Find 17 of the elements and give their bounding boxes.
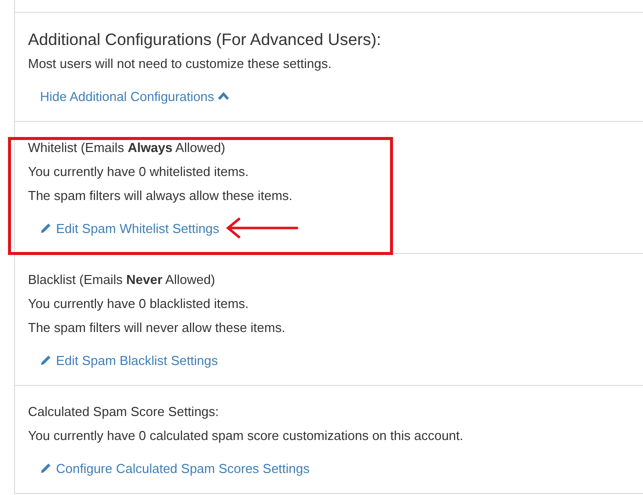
pencil-icon bbox=[40, 354, 52, 366]
pencil-icon bbox=[40, 462, 52, 474]
pencil-icon bbox=[40, 222, 52, 234]
section-heading: Whitelist (Emails Always Allowed) bbox=[28, 139, 226, 157]
info-text: You currently have 0 calculated spam score customizations on this account. bbox=[28, 427, 464, 445]
section-heading: Calculated Spam Score Settings: bbox=[28, 403, 220, 421]
toggle-link[interactable]: Hide Additional Configurations bbox=[40, 88, 230, 104]
info-text: You currently have 0 whitelisted items. bbox=[28, 163, 250, 181]
info-text: The spam filters will never allow these items. bbox=[28, 319, 286, 337]
section-heading: Blacklist (Emails Never Allowed) bbox=[28, 271, 216, 289]
section-description: Most users will not need to customize these settings. bbox=[28, 55, 332, 73]
info-text: You currently have 0 blacklisted items. bbox=[28, 295, 250, 313]
settings-link[interactable]: Edit Spam Blacklist Settings bbox=[40, 352, 218, 368]
section-title: Additional Configurations (For Advanced Users): bbox=[28, 30, 382, 51]
info-text: The spam filters will always allow these items. bbox=[28, 187, 294, 205]
settings-link[interactable]: Configure Calculated Spam Scores Settings bbox=[40, 460, 310, 476]
settings-link[interactable]: Edit Spam Whitelist Settings bbox=[40, 220, 220, 236]
